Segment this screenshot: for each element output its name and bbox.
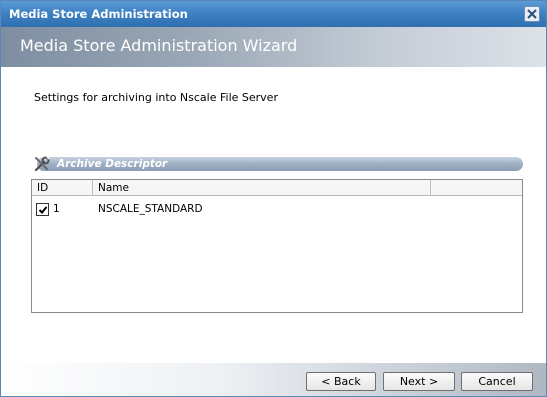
- cancel-button[interactable]: Cancel: [461, 372, 533, 391]
- table-header: ID Name: [32, 180, 522, 196]
- row-checkbox[interactable]: [36, 203, 49, 216]
- button-bar: < Back Next > Cancel: [1, 363, 546, 396]
- wizard-subtitle: Settings for archiving into Nscale File …: [34, 91, 278, 104]
- row-name: NSCALE_STANDARD: [98, 203, 203, 215]
- wizard-window: Media Store Administration Media Store A…: [0, 0, 547, 397]
- column-header-name[interactable]: Name: [93, 180, 431, 196]
- close-button[interactable]: [524, 6, 540, 22]
- archive-descriptor-header: Archive Descriptor: [31, 155, 523, 172]
- close-icon: [527, 9, 537, 19]
- wizard-banner: Media Store Administration Wizard: [1, 27, 546, 67]
- wizard-title: Media Store Administration Wizard: [20, 36, 298, 55]
- window-title: Media Store Administration: [9, 7, 188, 21]
- back-button[interactable]: < Back: [306, 372, 376, 391]
- tools-icon: [34, 156, 50, 172]
- column-header-empty: [431, 180, 522, 196]
- section-label: Archive Descriptor: [57, 158, 168, 170]
- next-button[interactable]: Next >: [383, 372, 455, 391]
- column-header-id[interactable]: ID: [32, 180, 93, 196]
- archive-descriptor-table: ID Name 1 NSCALE_STANDARD: [31, 179, 523, 313]
- row-id: 1: [53, 203, 60, 215]
- table-row[interactable]: 1 NSCALE_STANDARD: [32, 200, 522, 217]
- title-bar: Media Store Administration: [1, 1, 546, 27]
- checkmark-icon: [38, 206, 48, 214]
